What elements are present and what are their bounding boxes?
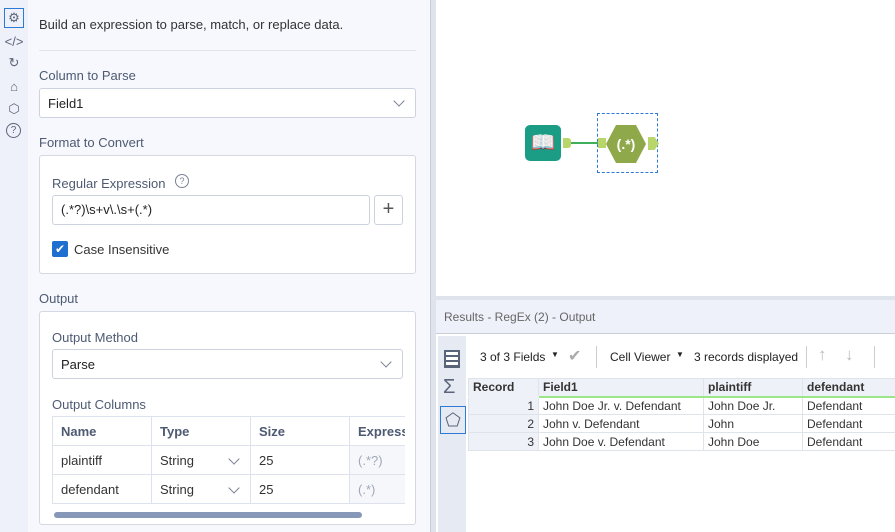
header-record[interactable]: Record — [468, 378, 539, 398]
cell[interactable]: John Doe v. Defendant — [538, 432, 704, 451]
expression-cell: (.*) — [349, 474, 405, 504]
table-row[interactable]: 2 John v. Defendant John Defendant — [468, 414, 895, 433]
header-defendant[interactable]: defendant — [802, 378, 895, 398]
description: Build an expression to parse, match, or … — [39, 17, 344, 32]
book-icon: 📖 — [530, 132, 556, 154]
chevron-down-icon — [228, 453, 240, 465]
code-icon[interactable]: </> — [5, 32, 24, 50]
sigma-icon[interactable]: Σ — [443, 376, 455, 399]
separator — [596, 346, 597, 368]
table-row: defendant String 25 (.*) — [52, 474, 405, 504]
cell[interactable]: Defendant — [802, 396, 895, 415]
separator — [874, 346, 875, 368]
case-insensitive-label: Case Insensitive — [74, 242, 170, 257]
column-to-parse-label: Column to Parse — [39, 68, 136, 83]
arrow-down-icon[interactable]: ↓ — [845, 345, 854, 365]
results-sidebar: Σ ⬠ — [438, 336, 466, 532]
col-header-type: Type — [151, 416, 251, 446]
case-insensitive-checkbox[interactable]: ✔ — [52, 241, 68, 257]
col-header-name: Name — [52, 416, 152, 446]
output-tag-icon[interactable]: ⬠ — [440, 406, 466, 434]
record-cell: 3 — [468, 432, 539, 451]
fields-dropdown[interactable]: 3 of 3 Fields — [480, 350, 545, 364]
add-expression-button[interactable]: + — [374, 195, 403, 225]
type-select[interactable]: String — [151, 474, 251, 504]
tag-icon[interactable]: ⌂ — [5, 77, 23, 95]
arrow-up-icon[interactable]: ↑ — [818, 345, 827, 365]
cell[interactable]: Defendant — [802, 414, 895, 433]
cell[interactable]: John Doe — [703, 432, 803, 451]
output-method-select[interactable]: Parse — [52, 349, 403, 379]
output-anchor[interactable] — [563, 138, 571, 148]
horizontal-scrollbar[interactable] — [54, 512, 362, 518]
record-cell: 2 — [468, 414, 539, 433]
table-row[interactable]: 1 John Doe Jr. v. Defendant John Doe Jr. De… — [468, 396, 895, 415]
configuration-panel: Build an expression to parse, match, or … — [28, 0, 430, 532]
records-count: 3 records displayed — [694, 350, 799, 364]
name-cell[interactable]: plaintiff — [52, 445, 152, 475]
caret-down-icon[interactable]: ▼ — [676, 350, 684, 359]
results-table: Record Field1 plaintiff defendant 1 John … — [468, 378, 895, 451]
input-data-tool[interactable]: 📖 — [525, 125, 561, 161]
expression-cell: (.*?) — [349, 445, 405, 475]
help-icon[interactable]: ? — [175, 174, 189, 188]
cell[interactable]: John — [703, 414, 803, 433]
select-value: Parse — [61, 357, 95, 372]
type-select[interactable]: String — [151, 445, 251, 475]
table-row: plaintiff String 25 (.*?) — [52, 445, 405, 475]
cube-icon[interactable]: ⬡ — [5, 100, 23, 118]
results-toolbar: 3 of 3 Fields ▼ ✔ Cell Viewer ▼ 3 record… — [468, 340, 895, 374]
output-method-label: Output Method — [52, 330, 138, 345]
tool-sidebar: ⚙ </> ↻ ⌂ ⬡ ? — [0, 0, 28, 532]
col-header-size: Size — [250, 416, 350, 446]
cell[interactable]: John v. Defendant — [538, 414, 704, 433]
cell[interactable]: John Doe Jr. v. Defendant — [538, 396, 704, 415]
format-label: Format to Convert — [39, 135, 144, 150]
help-icon[interactable]: ? — [6, 123, 21, 138]
size-cell[interactable]: 25 — [250, 445, 350, 475]
checkmark-icon[interactable]: ✔ — [568, 346, 581, 366]
output-columns-label: Output Columns — [52, 397, 146, 412]
output-columns-table: Name Type Size Expressi plaintiff String… — [52, 416, 405, 504]
cell[interactable]: John Doe Jr. — [703, 396, 803, 415]
format-box: Regular Expression ? (.*?)\s+v\.\s+(.*) … — [39, 155, 416, 274]
name-cell[interactable]: defendant — [52, 474, 152, 504]
output-label: Output — [39, 291, 79, 306]
table-row[interactable]: 3 John Doe v. Defendant John Doe Defendant — [468, 432, 895, 451]
cell[interactable]: Defendant — [802, 432, 895, 451]
regex-label: Regular Expression — [52, 176, 166, 191]
divider — [39, 50, 416, 51]
cell-viewer-dropdown[interactable]: Cell Viewer — [610, 350, 670, 364]
output-box: Output Method Parse Output Columns Name … — [39, 311, 416, 525]
regex-input[interactable]: (.*?)\s+v\.\s+(.*) — [52, 195, 370, 225]
gear-icon[interactable]: ⚙ — [4, 8, 24, 28]
record-cell: 1 — [468, 396, 539, 415]
column-to-parse-select[interactable]: Field1 — [39, 88, 416, 118]
size-cell[interactable]: 25 — [250, 474, 350, 504]
header-field1[interactable]: Field1 — [538, 378, 704, 398]
table-view-icon[interactable] — [444, 350, 460, 368]
input-anchor[interactable] — [598, 138, 606, 148]
chevron-down-icon — [393, 95, 405, 107]
caret-down-icon[interactable]: ▼ — [551, 350, 559, 359]
separator — [806, 346, 807, 368]
select-value: Field1 — [48, 96, 84, 111]
connector-line[interactable] — [571, 142, 599, 144]
header-plaintiff[interactable]: plaintiff — [703, 378, 803, 398]
workflow-canvas[interactable]: 📖 (.*) — [436, 0, 895, 296]
col-header-expression: Expressi — [349, 416, 405, 446]
results-header: Results - RegEx (2) - Output — [436, 300, 895, 334]
chevron-down-icon — [228, 482, 240, 494]
chevron-down-icon — [380, 356, 392, 368]
rotate-icon[interactable]: ↻ — [5, 54, 23, 72]
